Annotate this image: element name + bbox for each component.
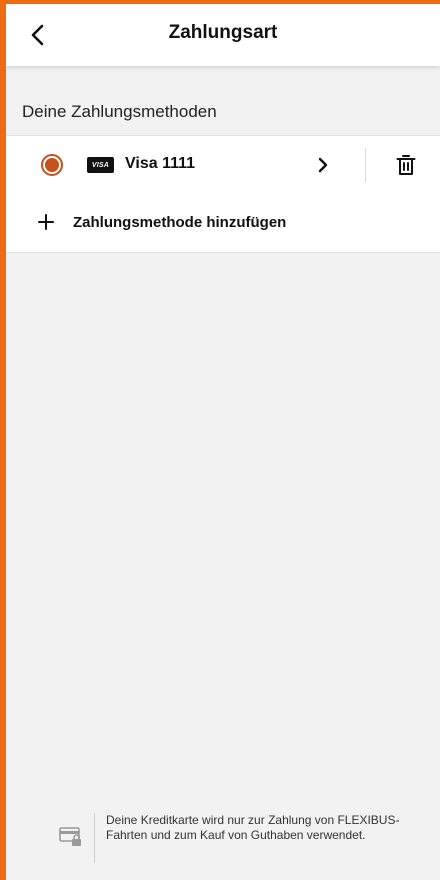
- payment-method-details-button[interactable]: [311, 153, 335, 177]
- info-note: Deine Kreditkarte wird nur zur Zahlung v…: [6, 810, 440, 866]
- visa-card-icon: VISA: [87, 157, 114, 173]
- chevron-right-icon: [318, 157, 328, 173]
- trash-icon: [396, 155, 416, 175]
- page-title: Zahlungsart: [168, 22, 278, 43]
- add-payment-method-button[interactable]: Zahlungsmethode hinzufügen: [6, 194, 440, 253]
- payment-method-row: VISA Visa 1111: [6, 135, 440, 195]
- info-divider: [94, 813, 95, 863]
- row-divider: [365, 148, 366, 182]
- info-text: Deine Kreditkarte wird nur zur Zahlung v…: [106, 813, 400, 842]
- payment-method-radio[interactable]: [41, 154, 63, 176]
- section-title: Deine Zahlungsmethoden: [22, 102, 217, 121]
- add-payment-method-label: Zahlungsmethode hinzufügen: [73, 214, 287, 231]
- payment-method-label[interactable]: Visa 1111: [125, 155, 195, 173]
- plus-icon: [38, 214, 54, 230]
- radio-selected-dot: [45, 158, 59, 172]
- top-bar: Zahlungsart: [6, 4, 440, 66]
- card-lock-icon: [59, 827, 81, 846]
- app-screen: Zahlungsart Deine Zahlungsmethoden VISA …: [6, 4, 440, 880]
- delete-payment-method-button[interactable]: [394, 152, 418, 178]
